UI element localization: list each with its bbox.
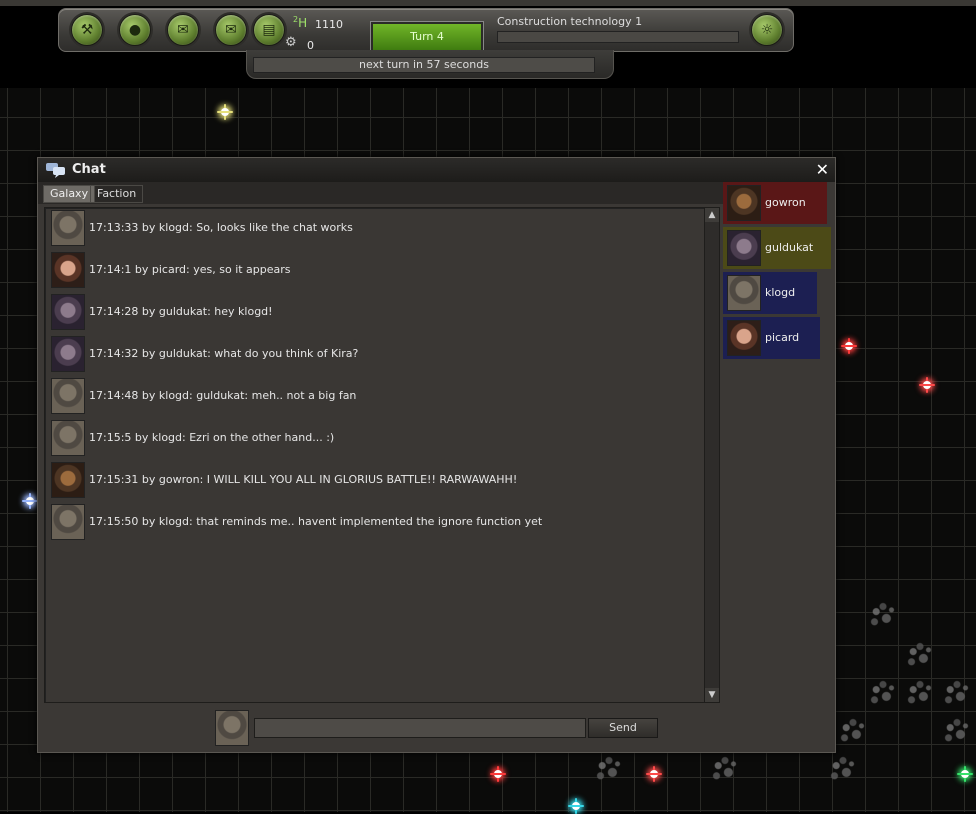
turn-timer-panel: next turn in 57 seconds [246,50,614,79]
avatar [727,230,761,266]
research-points: 1110 [315,18,343,31]
avatar [51,336,85,372]
star[interactable] [919,377,935,393]
message-text: 17:14:32 by guldukat: what do you think … [89,347,359,360]
chat-message: 17:14:32 by guldukat: what do you think … [51,336,691,372]
current-research-label: Construction technology 1 [497,15,643,28]
research-icon: 2H [293,15,308,30]
user-list-item[interactable]: guldukat [723,227,831,269]
chat-titlebar[interactable]: Chat ✕ [38,158,835,182]
avatar [51,252,85,288]
user-name: gowron [765,196,806,209]
asteroid-field [866,598,900,632]
asteroid-field [836,714,870,748]
message-scrollbar[interactable]: ▲ ▼ [704,207,720,703]
asteroid-field [592,752,626,786]
message-input[interactable] [254,718,586,738]
chat-message: 17:15:50 by klogd: that reminds me.. hav… [51,504,691,540]
star[interactable] [646,766,662,782]
send-button[interactable]: Send [588,718,658,738]
message-text: 17:15:5 by klogd: Ezri on the other hand… [89,431,335,444]
user-list: gowron guldukat klogd picard [723,182,831,744]
message-text: 17:15:50 by klogd: that reminds me.. hav… [89,515,543,528]
avatar [727,320,761,356]
message-text: 17:15:31 by gowron: I WILL KILL YOU ALL … [89,473,518,486]
asteroid-field [903,676,937,710]
star[interactable] [490,766,506,782]
end-turn-button[interactable]: Turn 4 [370,21,484,53]
chat-input-row: Send [38,708,835,748]
chat-message: 17:14:28 by guldukat: hey klogd! [51,294,691,330]
book-icon[interactable]: ▤ [253,14,285,46]
chat-message: 17:14:1 by picard: yes, so it appears [51,252,691,288]
close-icon[interactable]: ✕ [816,160,829,179]
message-list[interactable]: 17:13:33 by klogd: So, looks like the ch… [44,207,706,703]
own-avatar [215,710,249,746]
mail-icon[interactable]: ✉ [215,14,247,46]
planet-icon[interactable]: ● [119,14,151,46]
message-text: 17:13:33 by klogd: So, looks like the ch… [89,221,353,234]
avatar [727,275,761,311]
chat-message: 17:15:31 by gowron: I WILL KILL YOU ALL … [51,462,691,498]
asteroid-field [826,752,860,786]
star[interactable] [217,104,233,120]
scroll-down-icon[interactable]: ▼ [705,688,719,702]
tab-galaxy[interactable]: Galaxy [43,185,96,203]
star[interactable] [22,493,38,509]
user-name: klogd [765,286,796,299]
asteroid-field [940,714,974,748]
message-text: 17:14:48 by klogd: guldukat: meh.. not a… [89,389,357,402]
chat-message: 17:13:33 by klogd: So, looks like the ch… [51,210,691,246]
asteroid-field [940,676,974,710]
top-hud: ⚒ ● ✉ ✉ ▤ 2H 1110 ⚙ 0 Turn 4 Constructio… [58,8,794,53]
avatar [51,294,85,330]
chat-bubbles-icon [46,163,65,178]
lightbulb-icon[interactable]: ☼ [751,14,783,46]
message-text: 17:14:28 by guldukat: hey klogd! [89,305,273,318]
avatar [51,378,85,414]
user-name: picard [765,331,800,344]
avatar [51,210,85,246]
user-name: guldukat [765,241,814,254]
diplomacy-icon[interactable]: ✉ [167,14,199,46]
tab-faction[interactable]: Faction [90,185,144,203]
asteroid-field [866,676,900,710]
user-list-item[interactable]: picard [723,317,820,359]
avatar [51,420,85,456]
chat-message: 17:14:48 by klogd: guldukat: meh.. not a… [51,378,691,414]
asteroid-field [903,638,937,672]
wrench-small-icon: ⚙ [285,35,297,50]
research-progress-bar [497,31,739,43]
star[interactable] [841,338,857,354]
star[interactable] [957,766,973,782]
next-turn-timer: next turn in 57 seconds [253,57,595,73]
asteroid-field [708,752,742,786]
top-strip [0,0,976,6]
user-list-item[interactable]: gowron [723,182,827,224]
chat-tabs: Galaxy Faction [38,182,723,204]
chat-window[interactable]: Chat ✕ Galaxy Faction 17:13:33 by klogd:… [37,157,836,753]
user-list-item[interactable]: klogd [723,272,817,314]
avatar [727,185,761,221]
avatar [51,504,85,540]
wrench-icon[interactable]: ⚒ [71,14,103,46]
chat-title: Chat [72,162,106,177]
chat-message: 17:15:5 by klogd: Ezri on the other hand… [51,420,691,456]
message-text: 17:14:1 by picard: yes, so it appears [89,263,291,276]
scroll-up-icon[interactable]: ▲ [705,208,719,222]
avatar [51,462,85,498]
